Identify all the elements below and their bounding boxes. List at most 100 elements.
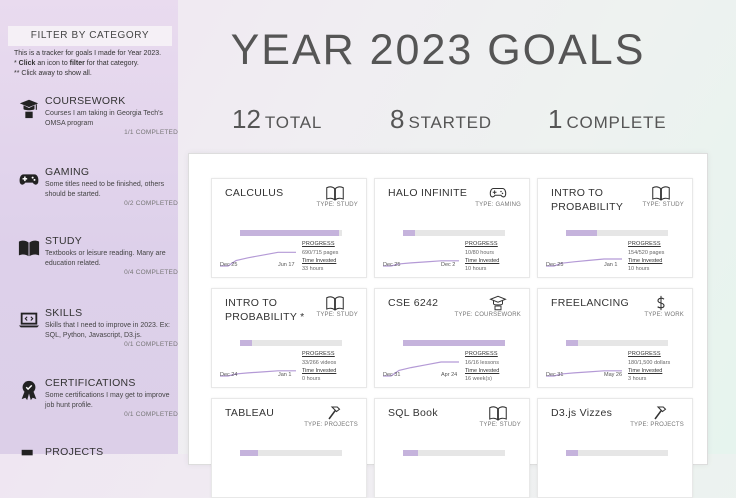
time-label: Time Invested <box>302 368 337 374</box>
goal-name: FREELANCING <box>551 297 629 309</box>
goal-card[interactable]: D3.js Vizzes TYPE: PROJECTS <box>537 398 693 498</box>
progress-bar <box>566 230 668 236</box>
progress-value: 690/715 pages <box>302 250 339 256</box>
goal-name: TABLEAU <box>225 407 275 419</box>
progress-fill <box>403 230 416 236</box>
category-certifications[interactable]: CERTIFICATIONS Some certifications I may… <box>18 377 178 421</box>
certificate-icon[interactable] <box>18 379 40 401</box>
progress-bar <box>240 340 342 346</box>
progress-bar <box>403 450 505 456</box>
date-start: Dec 24 <box>220 372 238 378</box>
filter-sidebar: FILTER BY CATEGORY This is a tracker for… <box>0 0 178 458</box>
progress-value: 10/80 hours <box>465 250 495 256</box>
stat-number: 12 <box>232 104 261 134</box>
progress-label: PROGRESS <box>628 241 661 247</box>
category-name: STUDY <box>45 235 83 247</box>
gamepad-icon[interactable] <box>18 168 40 190</box>
goal-name: CALCULUS <box>225 187 284 199</box>
goal-card[interactable]: SQL Book TYPE: STUDY <box>374 398 530 498</box>
page-title: YEAR 2023 GOALS <box>230 26 646 74</box>
date-end: Jun 17 <box>278 262 295 268</box>
goals-grid: CALCULUS TYPE: STUDY Dec 25 Jun 17 PROGRESS 6… <box>188 153 708 498</box>
category-study[interactable]: STUDY Textbooks or leisure reading. Many… <box>18 235 178 279</box>
hammer-icon[interactable] <box>18 448 40 470</box>
hammer-icon <box>326 405 344 421</box>
goal-card[interactable]: INTRO TO PROBABILITY * TYPE: STUDY Dec 24 J… <box>211 288 367 388</box>
progress-fill <box>566 230 597 236</box>
intro-line: This is a tracker for goals I made for Y… <box>14 50 162 57</box>
progress-label: PROGRESS <box>302 351 335 357</box>
goal-type: TYPE: PROJECTS <box>630 422 684 428</box>
category-gaming[interactable]: GAMING Some titles need to be finished, … <box>18 166 178 210</box>
time-value: 33 hours <box>302 266 324 272</box>
time-label: Time Invested <box>628 258 663 264</box>
category-skills[interactable]: SKILLS Skills that I need to improve in … <box>18 307 178 351</box>
stat-label: COMPLETE <box>566 113 667 132</box>
time-label: Time Invested <box>465 258 500 264</box>
time-value: 0 hours <box>302 376 321 382</box>
goal-card[interactable]: INTRO TO PROBABILITY TYPE: STUDY Dec 25 Jan… <box>537 178 693 278</box>
gamepad-icon <box>489 185 507 201</box>
laptop-code-icon[interactable] <box>18 309 40 331</box>
category-coursework[interactable]: COURSEWORK Courses I am taking in Georgi… <box>18 95 178 139</box>
goal-name: SQL Book <box>388 407 438 419</box>
intro-line: ** Click away to show all. <box>14 70 92 77</box>
goal-card[interactable]: FREELANCING TYPE: WORK Dec 31 May 26 PROGRES… <box>537 288 693 388</box>
date-end: Apr 24 <box>441 372 458 378</box>
book-icon <box>326 185 344 201</box>
progress-label: PROGRESS <box>465 241 498 247</box>
stat-label: STARTED <box>408 113 492 132</box>
goal-type: TYPE: WORK <box>644 312 684 318</box>
goal-type: TYPE: STUDY <box>479 422 521 428</box>
category-count: 1/1 COMPLETED <box>124 129 178 136</box>
progress-fill <box>566 450 579 456</box>
goal-name: INTRO TO PROBABILITY <box>551 187 624 213</box>
date-end: Jan 1 <box>604 262 618 268</box>
graduate-icon[interactable] <box>18 97 40 119</box>
date-end: Dec 2 <box>441 262 456 268</box>
book-icon <box>489 405 507 421</box>
progress-bar <box>240 450 342 456</box>
goal-card[interactable]: CALCULUS TYPE: STUDY Dec 25 Jun 17 PROGRESS 6… <box>211 178 367 278</box>
progress-fill <box>240 230 339 236</box>
progress-bar <box>240 230 342 236</box>
goal-name: HALO INFINITE <box>388 187 468 199</box>
category-name: CERTIFICATIONS <box>45 377 136 389</box>
goal-name: INTRO TO PROBABILITY * <box>225 297 305 323</box>
goal-card[interactable]: CSE 6242 TYPE: COURSEWORK Dec 31 Apr 24 PROG… <box>374 288 530 388</box>
book-icon <box>652 185 670 201</box>
book-icon[interactable] <box>18 237 40 259</box>
goal-card[interactable]: TABLEAU TYPE: PROJECTS <box>211 398 367 498</box>
progress-value: 154/520 pages <box>628 250 665 256</box>
category-projects[interactable]: PROJECTS <box>18 446 168 466</box>
progress-label: PROGRESS <box>465 351 498 357</box>
time-value: 10 hours <box>628 266 650 272</box>
progress-fill <box>240 450 259 456</box>
stat-complete: 1 COMPLETE <box>548 104 666 135</box>
sidebar-intro: This is a tracker for goals I made for Y… <box>14 49 174 79</box>
progress-bar <box>403 230 505 236</box>
progress-label: PROGRESS <box>302 241 335 247</box>
time-value: 3 hours <box>628 376 647 382</box>
progress-fill <box>566 340 579 346</box>
stat-started: 8 STARTED <box>390 104 492 135</box>
category-count: 0/1 COMPLETED <box>124 411 178 418</box>
goal-type: TYPE: STUDY <box>316 312 358 318</box>
progress-bar <box>403 340 505 346</box>
hammer-icon <box>652 405 670 421</box>
goal-type: TYPE: STUDY <box>316 202 358 208</box>
category-desc: Skills that I need to improve in 2023. E… <box>45 322 170 339</box>
filter-title: FILTER BY CATEGORY <box>8 26 172 46</box>
progress-label: PROGRESS <box>628 351 661 357</box>
category-desc: Textbooks or leisure reading. Many are e… <box>45 250 166 267</box>
category-name: SKILLS <box>45 307 83 319</box>
category-name: PROJECTS <box>45 446 104 458</box>
goal-card[interactable]: HALO INFINITE TYPE: GAMING Dec 25 Dec 2 PROG… <box>374 178 530 278</box>
date-start: Dec 25 <box>383 262 401 268</box>
category-count: 0/4 COMPLETED <box>124 269 178 276</box>
progress-fill <box>240 340 253 346</box>
goal-type: TYPE: PROJECTS <box>304 422 358 428</box>
stat-number: 8 <box>390 104 405 134</box>
progress-fill <box>403 340 505 346</box>
category-desc: Courses I am taking in Georgia Tech's OM… <box>45 110 163 127</box>
